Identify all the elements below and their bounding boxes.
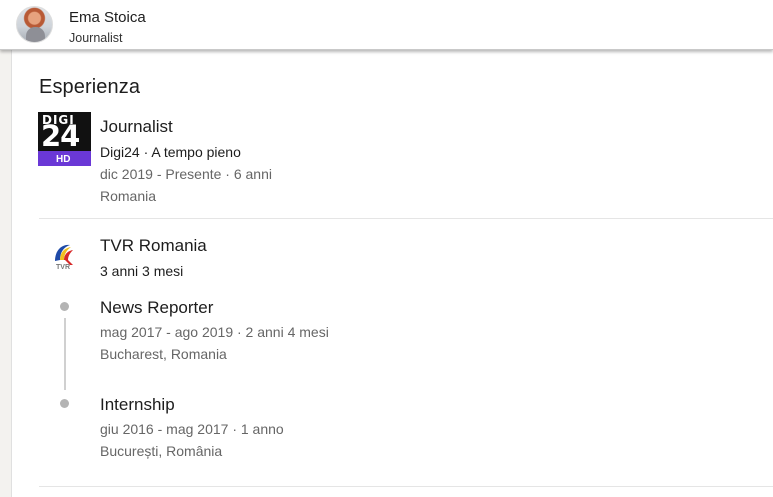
- profile-headline: Journalist: [69, 31, 123, 45]
- company-duration: 3 anni 3 mesi: [100, 263, 184, 279]
- role-location: București, România: [100, 443, 223, 459]
- timeline-dot: [60, 399, 69, 408]
- role-dates: mag 2017 - ago 2019 · 2 anni 4 mesi: [100, 324, 329, 340]
- role-title[interactable]: Internship: [100, 395, 175, 415]
- job-location: Romania: [100, 188, 157, 204]
- entry-divider: [39, 486, 773, 487]
- profile-name[interactable]: Ema Stoica: [69, 9, 146, 26]
- job-title[interactable]: Journalist: [100, 117, 173, 137]
- section-title: Esperienza: [39, 76, 141, 98]
- timeline-line: [64, 318, 66, 390]
- avatar[interactable]: [16, 6, 53, 43]
- role-location: Bucharest, Romania: [100, 346, 227, 362]
- company-name[interactable]: TVR Romania: [100, 236, 207, 256]
- role-dates: giu 2016 - mag 2017 · 1 anno: [100, 421, 284, 437]
- timeline-dot: [60, 302, 69, 311]
- job-dates: dic 2019 - Presente · 6 anni: [100, 166, 272, 182]
- digi24-logo[interactable]: DIGI 24 HD: [38, 112, 91, 166]
- entry-divider: [39, 218, 773, 219]
- tvr-logo[interactable]: TVR: [49, 240, 77, 274]
- role-title[interactable]: News Reporter: [100, 298, 213, 318]
- profile-sticky-header: Ema Stoica Journalist: [0, 0, 773, 50]
- company-line: Digi24 · A tempo pieno: [100, 144, 241, 160]
